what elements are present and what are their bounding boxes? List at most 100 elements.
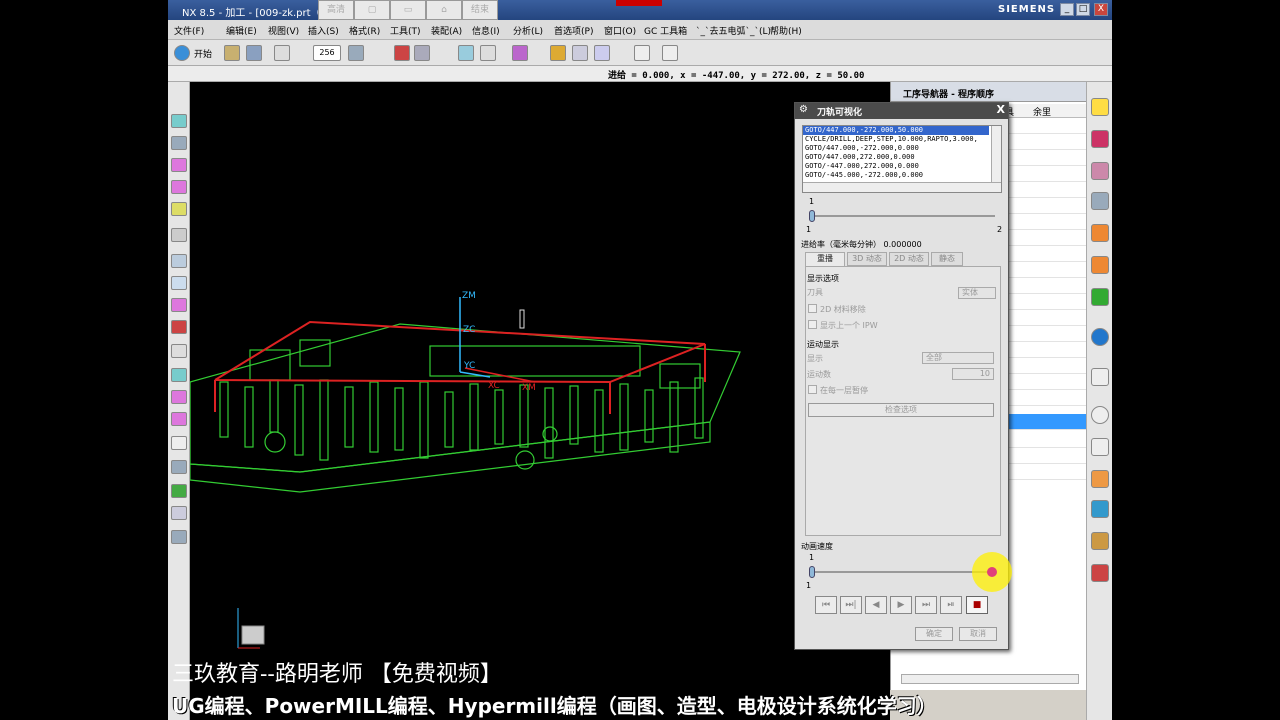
tab-replay[interactable]: 重播 (805, 252, 845, 266)
paint-icon[interactable] (550, 45, 566, 61)
recorder-tab-3[interactable]: ▭ (390, 0, 426, 20)
graphics-viewport[interactable]: ZM ZC YC XC XM (189, 82, 890, 720)
list-item[interactable]: GOTO/447.000,272.000,0.000 (803, 153, 1001, 162)
start-icon[interactable] (174, 45, 190, 61)
save-icon[interactable] (246, 45, 262, 61)
tab-static[interactable]: 静态 (931, 252, 963, 266)
menu-view[interactable]: 视图(V) (268, 24, 299, 37)
machine-icon[interactable] (171, 460, 187, 474)
recorder-tab-home[interactable]: ⌂ (426, 0, 462, 20)
assembly-icon[interactable] (171, 136, 187, 150)
display-mode-icon[interactable] (348, 45, 364, 61)
body-icon[interactable] (171, 180, 187, 194)
menu-info[interactable]: 信息(I) (472, 24, 500, 37)
table-row[interactable] (1003, 342, 1087, 358)
list-tab-icon[interactable] (1091, 438, 1109, 456)
clock-tab-icon[interactable] (1091, 406, 1109, 424)
dialog-close-button[interactable]: X (997, 103, 1005, 116)
step-back-button[interactable]: ⏭| (840, 596, 862, 614)
table-row[interactable] (1003, 278, 1087, 294)
table-row[interactable] (1003, 230, 1087, 246)
list-item[interactable]: GOTO/-445.000,-272.000,0.000 (803, 171, 1001, 180)
position-slider-thumb[interactable] (809, 210, 815, 222)
position-slider-track[interactable] (809, 215, 995, 217)
menu-custom[interactable]: `_`去五电弧`_`(L) (696, 24, 771, 37)
verify-icon[interactable] (171, 484, 187, 498)
table-row[interactable] (1003, 182, 1087, 198)
navigator-tab-icon[interactable] (1091, 98, 1109, 116)
tab-3d-dynamic[interactable]: 3D 动态 (847, 252, 887, 266)
table-row[interactable] (1003, 262, 1087, 278)
text-icon[interactable] (480, 45, 496, 61)
ok-button[interactable]: 确定 (915, 627, 953, 641)
table-row[interactable] (1003, 464, 1087, 480)
menu-tools[interactable]: 工具(T) (390, 24, 421, 37)
table-row[interactable] (1003, 432, 1087, 448)
maximize-button[interactable]: □ (1076, 3, 1090, 16)
table-row[interactable] (1003, 150, 1087, 166)
close-button[interactable]: X (1094, 3, 1108, 16)
start-button[interactable]: 开始 (194, 47, 212, 60)
recorder-tab-hd[interactable]: 高清 (318, 0, 354, 20)
table-row[interactable] (1003, 326, 1087, 342)
chart-tab-icon[interactable] (1091, 288, 1109, 306)
table-row[interactable] (1003, 390, 1087, 406)
reuse-icon[interactable] (171, 276, 187, 290)
method-tab-icon[interactable] (1091, 224, 1109, 242)
cancel-button[interactable]: 取消 (959, 627, 997, 641)
menu-help[interactable]: 帮助(H) (770, 24, 802, 37)
machine-tool-tab-icon[interactable] (1091, 130, 1109, 148)
menu-analysis[interactable]: 分析(L) (513, 24, 543, 37)
web-icon[interactable] (171, 368, 187, 382)
tab-2d-dynamic[interactable]: 2D 动态 (889, 252, 929, 266)
nc-icon[interactable] (171, 530, 187, 544)
speed-slider-thumb[interactable] (809, 566, 815, 578)
cut-icon[interactable] (171, 320, 187, 334)
measure-icon[interactable] (171, 202, 187, 216)
fit-icon[interactable] (662, 45, 678, 61)
menu-window[interactable]: 窗口(O) (604, 24, 636, 37)
open-icon[interactable] (224, 45, 240, 61)
feature-icon[interactable] (171, 158, 187, 172)
stop-button[interactable]: ■ (966, 596, 988, 614)
table-row[interactable] (1003, 166, 1087, 182)
menu-format[interactable]: 格式(R) (349, 24, 380, 37)
motion-display-select[interactable]: 全部 (922, 352, 994, 364)
table-row[interactable] (1003, 294, 1087, 310)
table-row[interactable] (1003, 374, 1087, 390)
menu-insert[interactable]: 插入(S) (308, 24, 339, 37)
list-item[interactable]: GOTO/447.000,-272.000,50.000 (803, 126, 989, 135)
section-icon[interactable] (572, 45, 588, 61)
history-tab-icon[interactable] (1091, 368, 1109, 386)
play-reverse-button[interactable]: ◀ (865, 596, 887, 614)
speed-slider-track[interactable] (809, 571, 995, 573)
column-stock[interactable]: 余里 (1033, 105, 1051, 118)
part-navigator-icon[interactable] (171, 114, 187, 128)
recorder-tab-end[interactable]: 结束 (462, 0, 498, 20)
palette-tab-icon[interactable] (1091, 470, 1109, 488)
system-tab-icon[interactable] (1091, 564, 1109, 582)
table-row[interactable] (1003, 118, 1087, 134)
fast-forward-button[interactable]: ⏯ (940, 596, 962, 614)
gear-icon[interactable]: ⚙ (799, 104, 808, 115)
toolpath-code-list[interactable]: GOTO/447.000,-272.000,50.000 CYCLE/DRILL… (802, 125, 1002, 193)
list-item[interactable]: GOTO/447.000,-272.000,0.000 (803, 144, 1001, 153)
table-row[interactable] (1003, 198, 1087, 214)
constraint-icon[interactable] (171, 298, 187, 312)
menu-gc-toolbox[interactable]: GC 工具箱 (644, 24, 687, 37)
table-row[interactable] (1003, 214, 1087, 230)
table-row[interactable] (1003, 246, 1087, 262)
palette-icon[interactable] (171, 390, 187, 404)
checkbox-2d-material-removal[interactable] (808, 304, 817, 313)
roles-tab-icon[interactable] (1091, 532, 1109, 550)
list-horizontal-scrollbar[interactable] (803, 182, 1001, 192)
selected-row[interactable] (1003, 414, 1087, 430)
geometry-tab-icon[interactable] (1091, 192, 1109, 210)
menu-file[interactable]: 文件(F) (174, 24, 204, 37)
list-item[interactable]: GOTO/-447.000,272.000,0.000 (803, 162, 1001, 171)
menu-assembly[interactable]: 装配(A) (431, 24, 462, 37)
render-icon[interactable] (394, 45, 410, 61)
program-tab-icon[interactable] (1091, 162, 1109, 180)
process-tab-icon[interactable] (1091, 500, 1109, 518)
material-icon[interactable] (512, 45, 528, 61)
